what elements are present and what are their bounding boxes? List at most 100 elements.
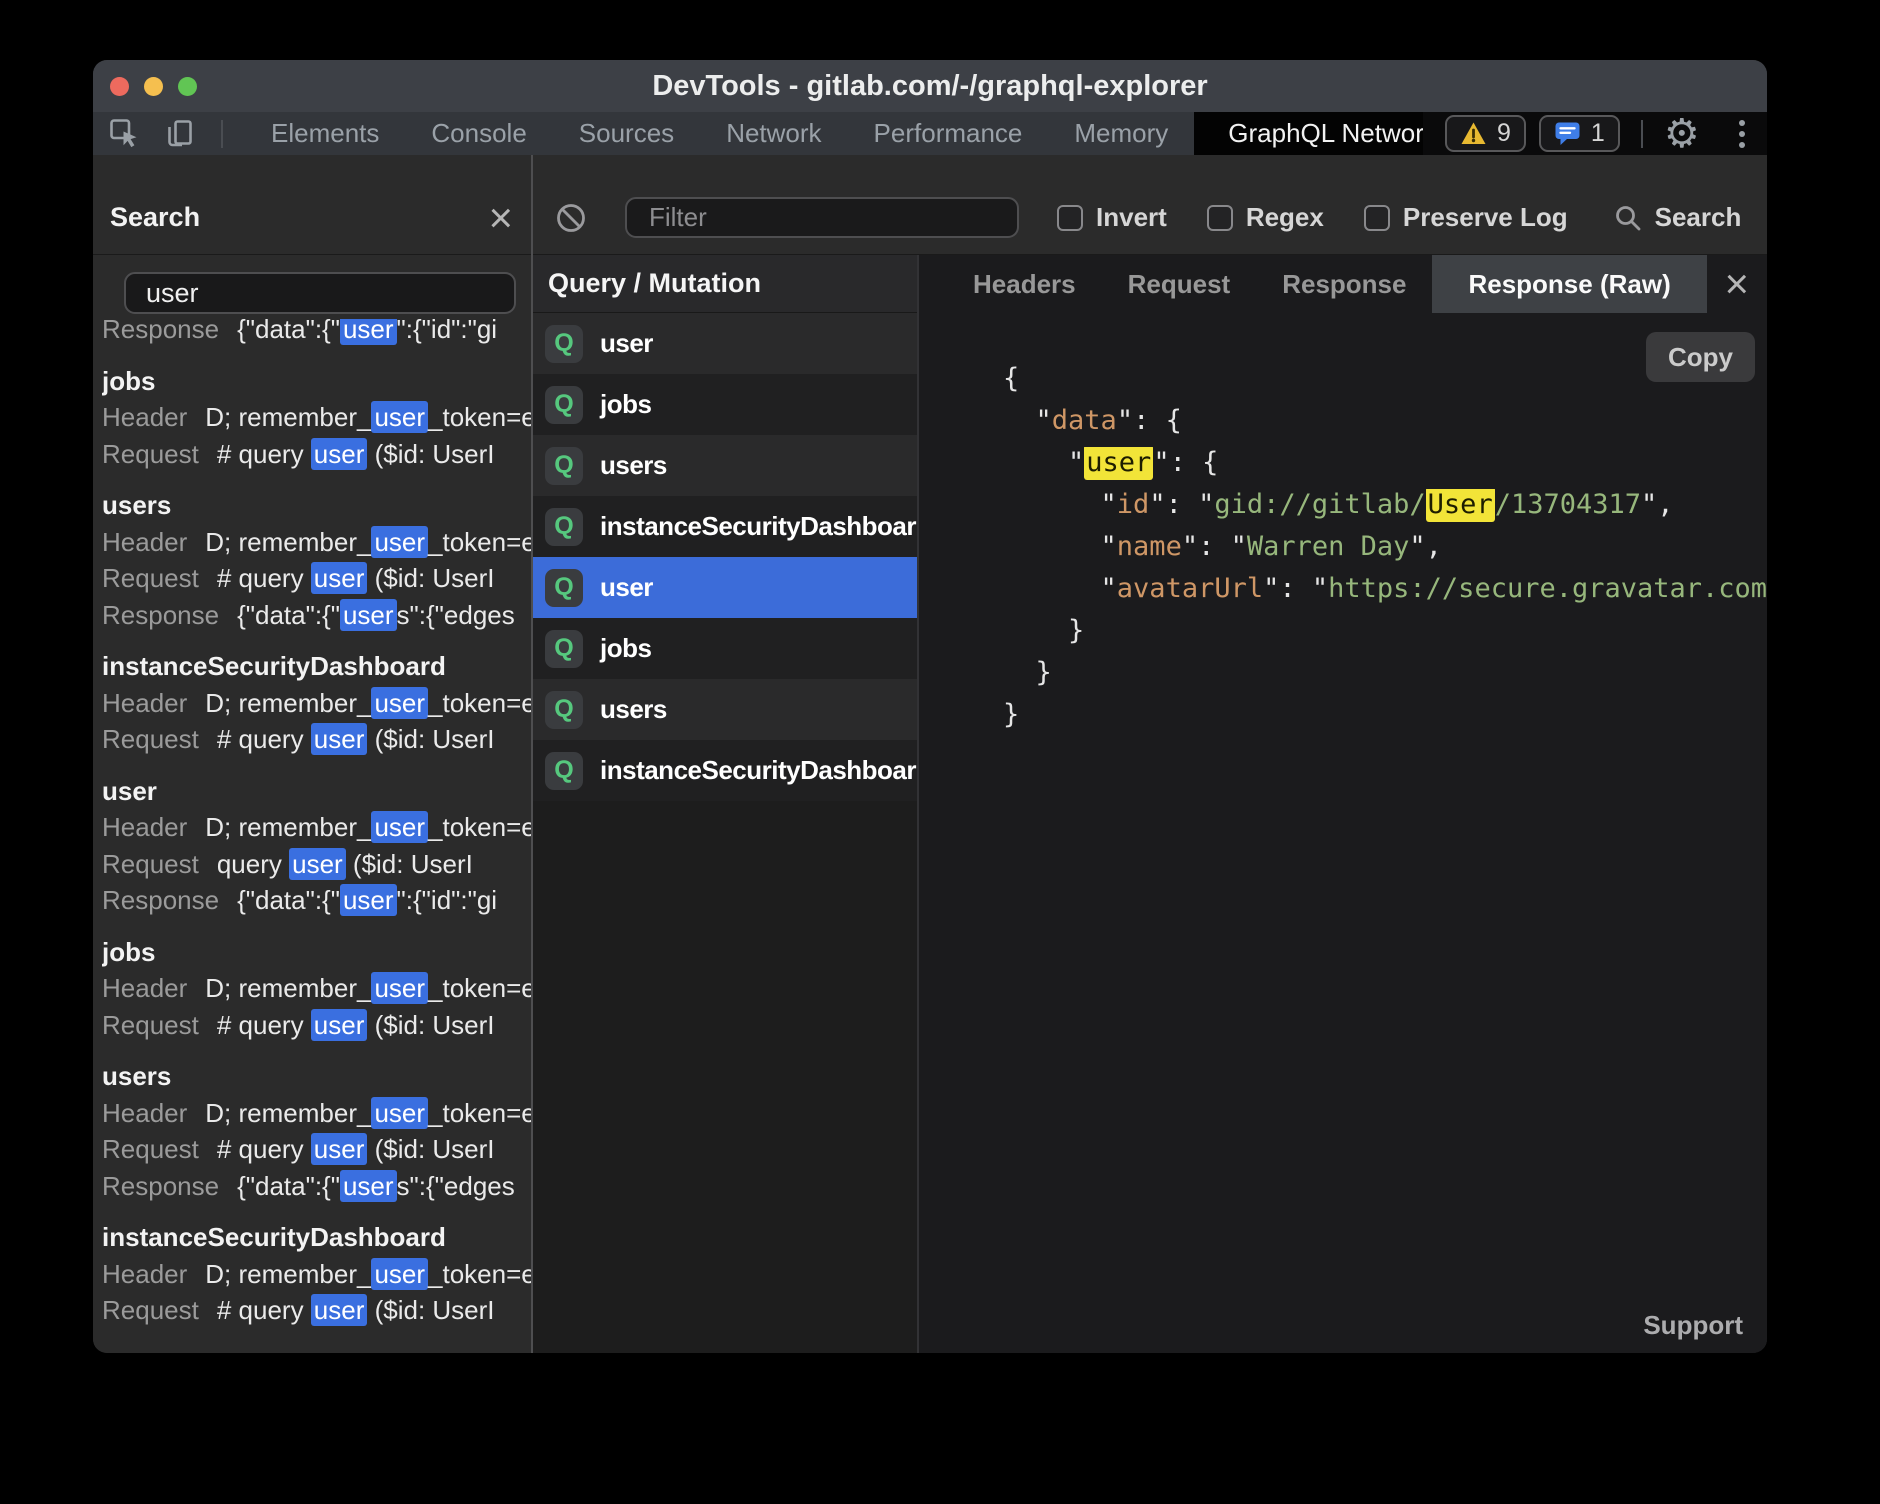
devtools-tab-sources[interactable]: Sources: [553, 112, 700, 155]
search-result-line[interactable]: Response{"data":{"user":{"id":"gi: [102, 319, 531, 348]
search-input[interactable]: [124, 272, 516, 314]
devtools-tab-memory[interactable]: Memory: [1048, 112, 1194, 155]
search-result-line[interactable]: Request# query user ($id: UserI: [102, 1007, 531, 1044]
right-panel-divider[interactable]: [917, 255, 919, 1353]
support-link[interactable]: Support: [1643, 1310, 1743, 1341]
query-type-badge: Q: [545, 386, 583, 424]
query-row-users[interactable]: Qusers: [533, 679, 917, 740]
tab-response-raw[interactable]: Response (Raw): [1432, 255, 1706, 313]
devtools-tab-performance[interactable]: Performance: [848, 112, 1049, 155]
search-match-highlight: user: [311, 562, 368, 594]
close-window-button[interactable]: [110, 77, 129, 96]
close-search-icon[interactable]: ×: [488, 203, 513, 233]
detail-tab-headers[interactable]: Headers: [947, 255, 1102, 313]
search-panel-title: Search: [110, 202, 200, 233]
search-result-entry[interactable]: jobsHeaderD; remember_user_token=eReques…: [102, 363, 531, 473]
minimize-window-button[interactable]: [144, 77, 163, 96]
search-result-label: Header: [102, 973, 187, 1003]
filter-input[interactable]: [625, 197, 1019, 238]
search-match-highlight: user: [371, 1097, 428, 1129]
search-result-entry[interactable]: Response{"data":{"user":{"id":"gi: [102, 319, 531, 348]
toolbar-divider: [1641, 120, 1643, 148]
clear-log-icon[interactable]: [555, 202, 587, 234]
checkbox-box[interactable]: [1364, 205, 1390, 231]
detail-tab-response[interactable]: Response: [1256, 255, 1432, 313]
search-match-highlight: user: [311, 1133, 368, 1165]
search-match-highlight: user: [311, 1009, 368, 1041]
search-result-entry[interactable]: instanceSecurityDashboardHeaderD; rememb…: [102, 1219, 531, 1329]
query-list-panel: Query / Mutation QuserQjobsQusersQinstan…: [533, 255, 917, 1353]
query-type-badge: Q: [545, 752, 583, 790]
search-result-text: D; remember_user_token=e: [205, 972, 531, 1004]
query-row-user[interactable]: Quser: [533, 557, 917, 618]
query-row-instancesecuritydashboard[interactable]: QinstanceSecurityDashboard: [533, 496, 917, 557]
search-result-text: # query user ($id: UserI: [217, 562, 495, 594]
query-row-users[interactable]: Qusers: [533, 435, 917, 496]
left-panel-divider[interactable]: [531, 155, 533, 1353]
checkbox-regex[interactable]: Regex: [1207, 202, 1324, 233]
search-result-line[interactable]: HeaderD; remember_user_token=e: [102, 685, 531, 722]
search-result-entry[interactable]: instanceSecurityDashboardHeaderD; rememb…: [102, 648, 531, 758]
search-result-text: D; remember_user_token=e: [205, 1258, 531, 1290]
network-filter-bar: Invert Regex Preserve Log Search: [531, 155, 1767, 254]
inspect-element-icon[interactable]: [109, 118, 140, 149]
device-toolbar-icon[interactable]: [164, 118, 195, 149]
search-result-line[interactable]: Request# query user ($id: UserI: [102, 721, 531, 758]
query-row-label: user: [600, 572, 653, 603]
search-result-line[interactable]: Request # query user ($id: UserI: [102, 560, 531, 597]
json-line: "user": {: [1003, 447, 1767, 489]
messages-badge[interactable]: 1: [1539, 115, 1620, 152]
query-row-label: instanceSecurityDashboard: [600, 511, 917, 542]
search-result-title: jobs: [102, 934, 531, 971]
zoom-window-button[interactable]: [178, 77, 197, 96]
search-result-entry[interactable]: userHeaderD; remember_user_token=eReques…: [102, 773, 531, 919]
search-result-line[interactable]: Response{"data":{"users":{"edges: [102, 597, 531, 634]
search-match-highlight: user: [371, 972, 428, 1004]
search-toggle[interactable]: Search: [1614, 202, 1742, 233]
search-result-label: Request: [102, 563, 199, 593]
query-rows: QuserQjobsQusersQinstanceSecurityDashboa…: [533, 313, 917, 801]
query-row-instancesecuritydashboard[interactable]: QinstanceSecurityDashboard: [533, 740, 917, 801]
query-row-jobs[interactable]: Qjobs: [533, 374, 917, 435]
search-result-line[interactable]: HeaderD; remember_user_token=e: [102, 524, 531, 561]
search-result-line[interactable]: HeaderD; remember_user_token=e: [102, 1256, 531, 1293]
query-row-jobs[interactable]: Qjobs: [533, 618, 917, 679]
search-result-line[interactable]: Response{"data":{"user":{"id":"gi: [102, 882, 531, 919]
search-result-line[interactable]: Request# query user ($id: UserI: [102, 436, 531, 473]
search-result-line[interactable]: Header D; remember_user_token=e: [102, 970, 531, 1007]
kebab-menu-icon[interactable]: [1735, 116, 1749, 152]
search-results-list[interactable]: Response{"data":{"user":{"id":"gi jobsHea…: [93, 319, 531, 1353]
checkbox-invert[interactable]: Invert: [1057, 202, 1167, 233]
search-result-line[interactable]: Request# query user ($id: UserI: [102, 1292, 531, 1329]
search-result-entry[interactable]: jobsHeader D; remember_user_token=eReques…: [102, 934, 531, 1044]
devtools-tab-network[interactable]: Network: [700, 112, 847, 155]
query-row-user[interactable]: Quser: [533, 313, 917, 374]
search-result-line[interactable]: Request# query user ($id: UserI: [102, 1131, 531, 1168]
query-row-label: jobs: [600, 633, 651, 664]
search-result-line[interactable]: Response{"data":{"users":{"edges: [102, 1168, 531, 1205]
query-row-label: jobs: [600, 389, 651, 420]
search-result-text: D; remember_user_token=e: [205, 687, 531, 719]
close-detail-icon[interactable]: ×: [1724, 269, 1749, 299]
devtools-tab-console[interactable]: Console: [405, 112, 552, 155]
search-result-entry[interactable]: usersHeaderD; remember_user_token=eReque…: [102, 1058, 531, 1204]
window-controls: [110, 60, 197, 112]
checkbox-box[interactable]: [1207, 205, 1233, 231]
json-response: { "data": { "user": { "id": "gid://gitla…: [1003, 363, 1767, 741]
json-line: }: [1003, 657, 1767, 699]
search-result-line[interactable]: Requestquery user ($id: UserI: [102, 846, 531, 883]
search-result-entry[interactable]: usersHeaderD; remember_user_token=eReque…: [102, 487, 531, 633]
detail-tab-request[interactable]: Request: [1102, 255, 1257, 313]
checkbox-box[interactable]: [1057, 205, 1083, 231]
settings-gear-icon[interactable]: ⚙: [1664, 114, 1700, 154]
search-result-title: user: [102, 773, 531, 810]
checkbox-preserve-log[interactable]: Preserve Log: [1364, 202, 1568, 233]
search-match-highlight: user: [371, 1258, 428, 1290]
search-result-line[interactable]: HeaderD; remember_user_token=e: [102, 399, 531, 436]
search-result-line[interactable]: HeaderD; remember_user_token=e: [102, 1095, 531, 1132]
devtools-tab-elements[interactable]: Elements: [245, 112, 405, 155]
search-result-label: Request: [102, 1295, 199, 1325]
search-result-line[interactable]: HeaderD; remember_user_token=e: [102, 809, 531, 846]
search-result-text: {"data":{"user":{"id":"gi: [237, 319, 497, 345]
warnings-badge[interactable]: 9: [1445, 115, 1526, 152]
